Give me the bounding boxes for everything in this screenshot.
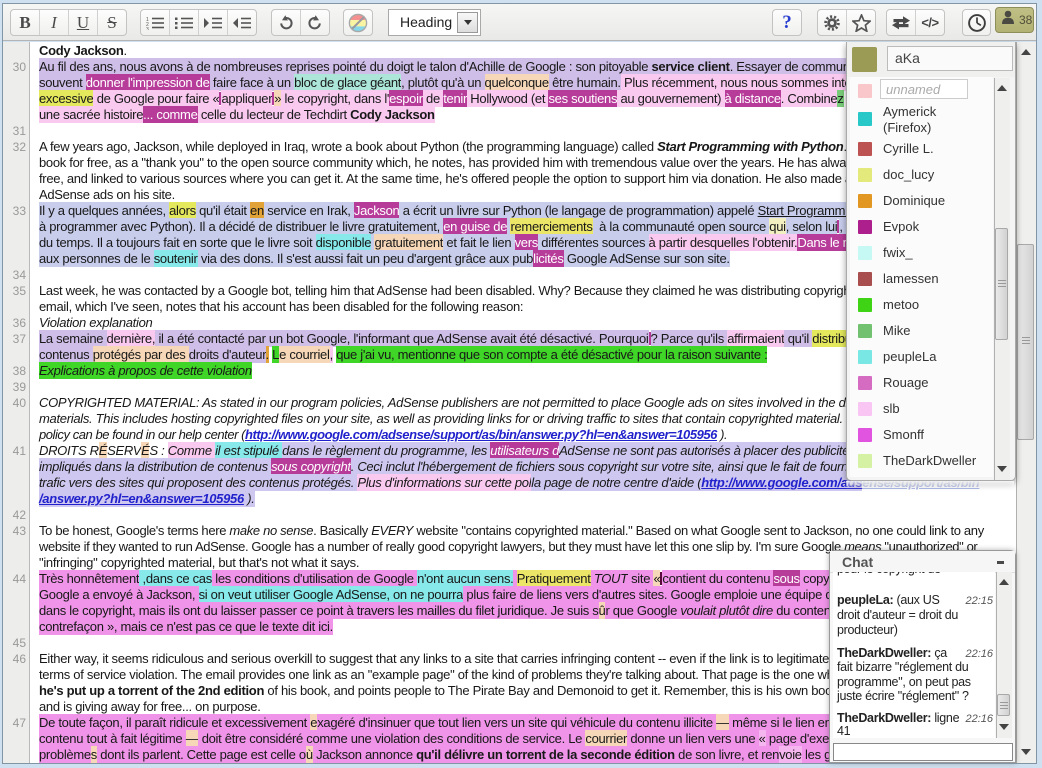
svg-text:3: 3 [146,27,149,30]
